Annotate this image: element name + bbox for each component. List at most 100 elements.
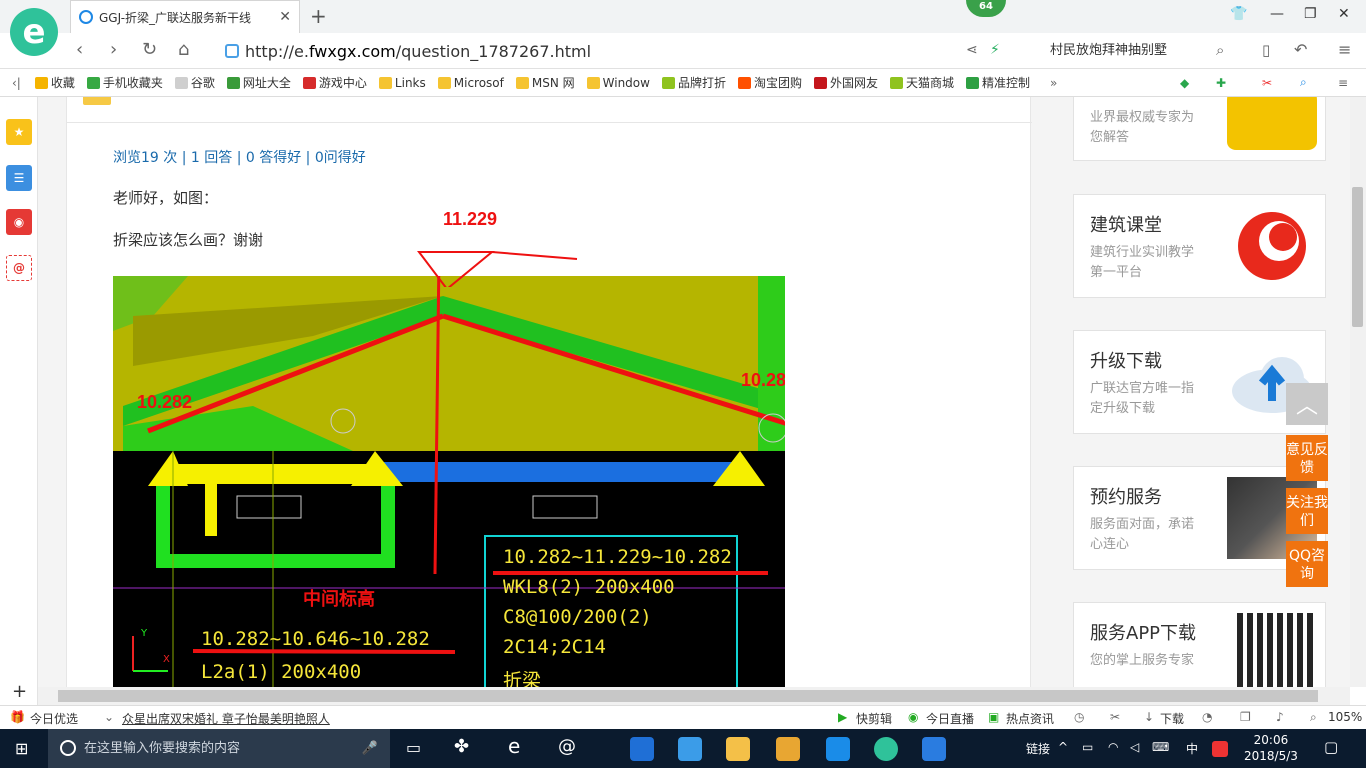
scroll-thumb[interactable] (1352, 187, 1363, 327)
today-picks[interactable]: 今日优选 (30, 710, 78, 727)
fan-app-icon[interactable]: ✤ (454, 736, 469, 757)
bookmark-item[interactable]: MSN 网 (515, 74, 575, 91)
favorites-star-icon[interactable]: ★ (6, 119, 32, 145)
minimize-icon[interactable]: — (1270, 6, 1284, 22)
menu-icon[interactable]: ≡ (1338, 40, 1351, 59)
spiral-app-icon[interactable]: @ (558, 736, 576, 757)
screenshot-scissors-icon[interactable]: ✂ (1262, 76, 1272, 90)
find-icon[interactable]: ⌕ (1300, 75, 1307, 90)
sogou-ime-icon[interactable] (1212, 741, 1228, 757)
more-bookmarks-icon[interactable]: » (1050, 76, 1057, 90)
browser-e-icon[interactable]: e (508, 734, 520, 758)
file-explorer-icon[interactable] (726, 737, 750, 761)
notifications-icon[interactable]: ▢ (1324, 738, 1338, 756)
search-icon[interactable]: ⌕ (1216, 41, 1224, 59)
bookmark-item[interactable]: 手机收藏夹 (86, 74, 163, 91)
notes-app-icon[interactable] (776, 737, 800, 761)
mobile-icon[interactable]: ▯ (1262, 41, 1270, 59)
cad-screenshot[interactable]: 10.282~11.229~10.282 WKL8(2) 200x400 C8@… (113, 276, 785, 687)
new-tab-icon[interactable]: + (310, 4, 327, 28)
lightning-icon[interactable]: ⚡ (990, 42, 1000, 58)
qq-consult-button[interactable]: QQ咨询 (1286, 541, 1328, 587)
download-link[interactable]: 下载 (1160, 710, 1184, 727)
bookmark-item[interactable]: 品牌打折 (661, 74, 726, 91)
notification-badge[interactable]: 64 (966, 0, 1006, 17)
news-ticker[interactable]: 众星出席双宋婚礼 章子怡最美明艳照人 (122, 710, 330, 727)
forward-icon[interactable]: › (110, 39, 117, 60)
bookmark-item[interactable]: 外国网友 (814, 74, 878, 91)
shield-yen-icon[interactable]: ◆ (1180, 76, 1189, 90)
system-clock[interactable]: 20:06 2018/5/3 (1244, 732, 1298, 764)
volume-icon[interactable]: ◁ (1130, 740, 1139, 754)
refresh-icon[interactable]: ↻ (142, 39, 157, 60)
label-b-line-1: 10.282~10.646~10.282 (201, 628, 430, 650)
gift-icon: 🎁 (10, 710, 25, 724)
hscroll-thumb[interactable] (58, 690, 1318, 702)
question-stats[interactable]: 浏览19 次 | 1 回答 | 0 答得好 | 0问得好 (113, 147, 366, 167)
address-bar[interactable]: http://e. fwxgx.com/question_1787267.html (225, 38, 965, 64)
tray-chevron-icon[interactable]: ^ (1058, 740, 1068, 754)
ie-icon[interactable] (678, 737, 702, 761)
share-icon[interactable]: ⋖ (966, 42, 978, 58)
bookmark-item[interactable]: Links (378, 76, 426, 90)
microphone-icon[interactable]: 🎤 (362, 729, 378, 768)
bookmark-item[interactable]: 收藏 (34, 74, 75, 91)
zoom-icon[interactable]: ⌕ (1310, 710, 1317, 725)
windows-start-icon[interactable]: ⊞ (15, 739, 28, 758)
email-icon[interactable]: @ (6, 255, 32, 281)
toolbar-menu-icon[interactable]: ≡ (1338, 76, 1348, 90)
back-to-top-icon[interactable]: ︿ (1286, 383, 1328, 425)
weibo-icon[interactable]: ◉ (6, 209, 32, 235)
mute-icon[interactable]: ♪ (1276, 710, 1284, 724)
360-browser-icon[interactable] (874, 737, 898, 761)
reading-list-icon[interactable]: ☰ (6, 165, 32, 191)
bookmark-item[interactable]: Window (586, 76, 650, 90)
bookmark-item[interactable]: 淘宝团购 (737, 74, 802, 91)
plus-app-icon[interactable] (826, 737, 850, 761)
hot-news-link[interactable]: 热点资讯 (1006, 710, 1054, 727)
window-icon[interactable]: ❐ (1240, 710, 1251, 724)
search-box[interactable]: 村民放炮拜神抽别墅 (1040, 38, 1240, 64)
card-app-download[interactable]: 服务APP下载 您的掌上服务专家 (1073, 602, 1326, 687)
taskbar-search[interactable]: 在这里输入你要搜索的内容 🎤 (48, 729, 390, 768)
keyboard-icon[interactable]: ⌨ (1152, 740, 1169, 754)
links-toolbar[interactable]: 链接 (1026, 740, 1050, 757)
ime-indicator[interactable]: 中 (1186, 740, 1198, 757)
home-icon[interactable]: ⌂ (178, 39, 189, 60)
bookmark-item[interactable]: 精准控制 (966, 74, 1030, 91)
bookmark-item[interactable]: 天猫商城 (890, 74, 954, 91)
back-icon[interactable]: ‹ (76, 39, 83, 60)
tools-icon[interactable]: ✂ (1110, 710, 1120, 724)
browser-tab[interactable]: GGJ-折梁_广联达服务新干线 ✕ (70, 0, 300, 33)
battery-icon[interactable]: ▭ (1082, 740, 1093, 754)
undo-icon[interactable]: ↶ (1294, 40, 1307, 59)
maximize-icon[interactable]: ❐ (1304, 6, 1317, 22)
add-sidebar-icon[interactable]: + (12, 681, 27, 702)
card-building-class[interactable]: 建筑课堂 建筑行业实训教学第一平台 (1073, 194, 1326, 298)
clean-icon[interactable]: ◔ (1202, 710, 1212, 724)
bookmark-item[interactable]: 网址大全 (226, 74, 291, 91)
sidebar-toggle-icon[interactable]: ‹| (12, 76, 21, 90)
edge-icon[interactable] (630, 737, 654, 761)
browser-logo-icon[interactable]: e (10, 8, 58, 56)
bookmark-item[interactable]: 游戏中心 (302, 74, 367, 91)
bookmark-item[interactable]: Microsof (437, 76, 504, 90)
zoom-level[interactable]: 105% (1328, 710, 1362, 724)
vertical-scrollbar[interactable] (1350, 97, 1366, 687)
bookmark-item[interactable]: 谷歌 (174, 74, 215, 91)
wifi-icon[interactable]: ◠ (1108, 740, 1118, 754)
kuaijian-link[interactable]: 快剪辑 (856, 710, 892, 727)
chevron-down-icon[interactable]: ⌄ (104, 710, 114, 724)
expert-card[interactable]: 业界最权威专家为您解答 (1073, 97, 1326, 161)
skin-icon[interactable]: 👕 (1230, 6, 1247, 22)
task-view-icon[interactable]: ▭ (406, 738, 421, 757)
speed-icon[interactable]: ◷ (1074, 710, 1084, 724)
glodon-app-icon[interactable] (922, 737, 946, 761)
addon-icon[interactable]: ✚ (1216, 76, 1226, 90)
horizontal-scrollbar[interactable] (38, 687, 1350, 705)
follow-us-button[interactable]: 关注我们 (1286, 488, 1328, 534)
live-link[interactable]: 今日直播 (926, 710, 974, 727)
close-window-icon[interactable]: ✕ (1338, 6, 1350, 22)
feedback-button[interactable]: 意见反馈 (1286, 435, 1328, 481)
tab-close-icon[interactable]: ✕ (279, 9, 291, 25)
